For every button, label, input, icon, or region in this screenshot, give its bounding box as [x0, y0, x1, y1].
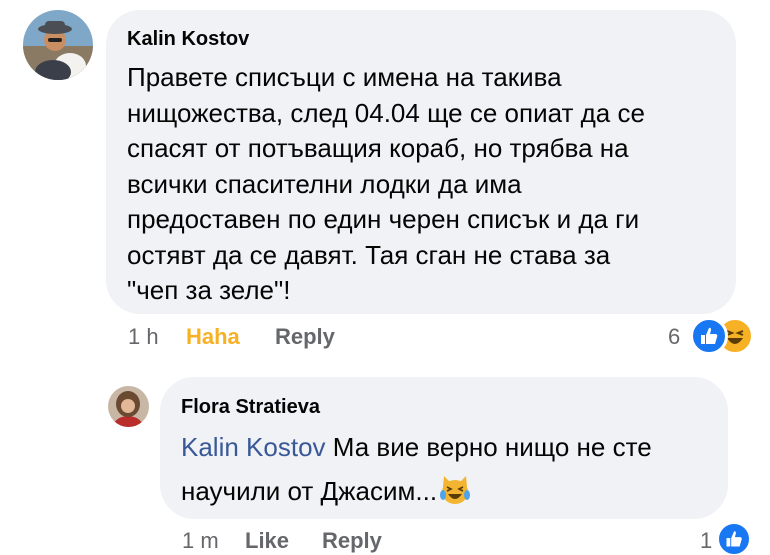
comment-text-line: спасят от потъващия кораб, но трябва на [127, 133, 629, 163]
avatar-kalin-kostov[interactable] [23, 10, 93, 80]
comment-text-line: Правете списъци с имена на такива [127, 62, 562, 92]
comment-timestamp[interactable]: 1 h [128, 324, 159, 350]
like-reaction-icon[interactable] [690, 317, 728, 355]
haha-reaction-button[interactable]: Haha [186, 324, 240, 350]
mention-link[interactable]: Kalin Kostov [181, 432, 326, 462]
like-button[interactable]: Like [245, 528, 289, 554]
comment-text: Правете списъци с имена на такива нищоже… [127, 60, 645, 309]
comment-text-line: "чеп за зеле"! [127, 275, 291, 305]
reply-text-segment: Ма вие верно нищо не сте [325, 432, 652, 462]
reply-timestamp[interactable]: 1 m [182, 528, 219, 554]
thumbs-up-graphic [701, 327, 718, 344]
comment-text-line: всички спасителни лодки да има [127, 168, 522, 199]
reply-text-segment: научили от Джасим... [181, 476, 438, 506]
comment-author[interactable]: Kalin Kostov [127, 28, 249, 51]
reply-text: Kalin Kostov Ма вие верно нищо не сте на… [181, 425, 652, 518]
comment-text-line: остявт да се давят. Тая сган не става за [127, 239, 611, 270]
reply-button[interactable]: Reply [275, 324, 335, 350]
reaction-count[interactable]: 6 [668, 324, 680, 350]
like-reaction-icon[interactable] [716, 521, 752, 555]
reply-text-line: Kalin Kostov Ма вие верно нищо не сте [181, 425, 652, 469]
reply-text-line: научили от Джасим... [181, 469, 652, 518]
comment-text-line: предоставен по един черен списък и да ги [127, 204, 640, 234]
reply-reaction-count[interactable]: 1 [700, 528, 712, 554]
thumbs-up-graphic [726, 531, 742, 547]
comment-text-line: нищожества, след 04.04 ще се опиат да се [127, 97, 645, 128]
crying-laughing-cat-emoji [439, 474, 471, 518]
reply-reply-button[interactable]: Reply [322, 528, 382, 554]
avatar-flora-stratieva[interactable] [108, 386, 149, 427]
reply-author[interactable]: Flora Stratieva [181, 396, 320, 419]
